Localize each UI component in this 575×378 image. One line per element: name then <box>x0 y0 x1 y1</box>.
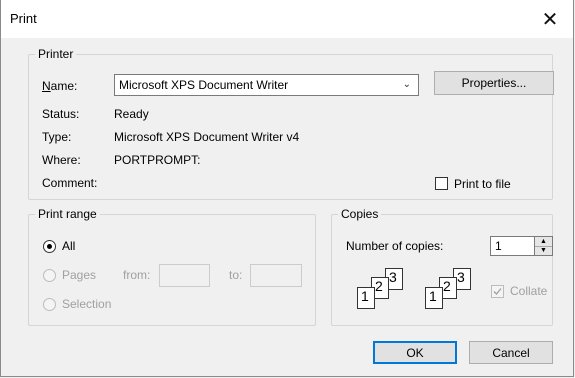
collate-illustration-2: 3 2 1 <box>415 268 475 313</box>
properties-button[interactable]: Properties... <box>434 71 554 95</box>
from-label: from: <box>123 268 151 282</box>
ok-button-label: OK <box>406 345 424 360</box>
collate-checkbox[interactable] <box>491 285 504 298</box>
page-1-icon: 1 <box>425 287 443 309</box>
checkmark-icon <box>493 288 502 295</box>
collate-illustration-1: 3 2 1 <box>347 268 407 313</box>
all-label[interactable]: All <box>62 239 75 253</box>
print-to-file-checkbox[interactable] <box>435 177 448 190</box>
print-to-file-label[interactable]: Print to file <box>454 177 511 191</box>
chevron-down-icon: ⌄ <box>402 79 411 90</box>
printer-select-value: Microsoft XPS Document Writer <box>119 78 289 92</box>
to-input[interactable] <box>250 264 302 287</box>
where-label: Where: <box>42 153 81 167</box>
print-range-legend: Print range <box>35 207 100 221</box>
close-icon[interactable]: ✕ <box>527 0 573 38</box>
cancel-button-label: Cancel <box>492 345 530 360</box>
copies-legend: Copies <box>338 207 382 221</box>
type-label: Type: <box>42 130 72 144</box>
collate-label[interactable]: Collate <box>510 284 547 298</box>
page-1-icon: 1 <box>357 287 375 309</box>
pages-radio[interactable] <box>43 269 56 282</box>
where-value: PORTPROMPT: <box>114 153 201 167</box>
spin-buttons[interactable]: ▲ ▼ <box>534 236 553 256</box>
number-of-copies-label: Number of copies: <box>346 239 444 253</box>
cancel-button[interactable]: Cancel <box>469 341 553 364</box>
type-value: Microsoft XPS Document Writer v4 <box>114 130 300 144</box>
spin-down-icon[interactable]: ▼ <box>535 246 552 255</box>
print-dialog: Print ✕ Printer Name: Microsoft XPS Docu… <box>0 0 574 377</box>
status-value: Ready <box>114 107 149 121</box>
name-label: Name: <box>42 79 78 93</box>
copies-input[interactable]: 1 <box>490 236 535 256</box>
printer-group-legend: Printer <box>35 47 77 61</box>
title-bar: Print ✕ <box>1 0 573 38</box>
pages-label[interactable]: Pages <box>62 268 96 282</box>
radio-selected-dot <box>47 244 52 249</box>
window-title: Print <box>10 11 37 26</box>
ok-button[interactable]: OK <box>373 341 457 364</box>
printer-select[interactable]: Microsoft XPS Document Writer ⌄ <box>114 74 419 96</box>
status-label: Status: <box>42 107 80 121</box>
all-radio[interactable] <box>43 240 56 253</box>
to-label: to: <box>229 268 243 282</box>
properties-button-label: Properties... <box>461 76 527 90</box>
selection-radio[interactable] <box>43 298 56 311</box>
from-input[interactable] <box>159 264 210 287</box>
copies-spinner[interactable]: 1 ▲ ▼ <box>490 236 553 256</box>
comment-label: Comment: <box>42 176 98 190</box>
selection-label[interactable]: Selection <box>62 297 111 311</box>
